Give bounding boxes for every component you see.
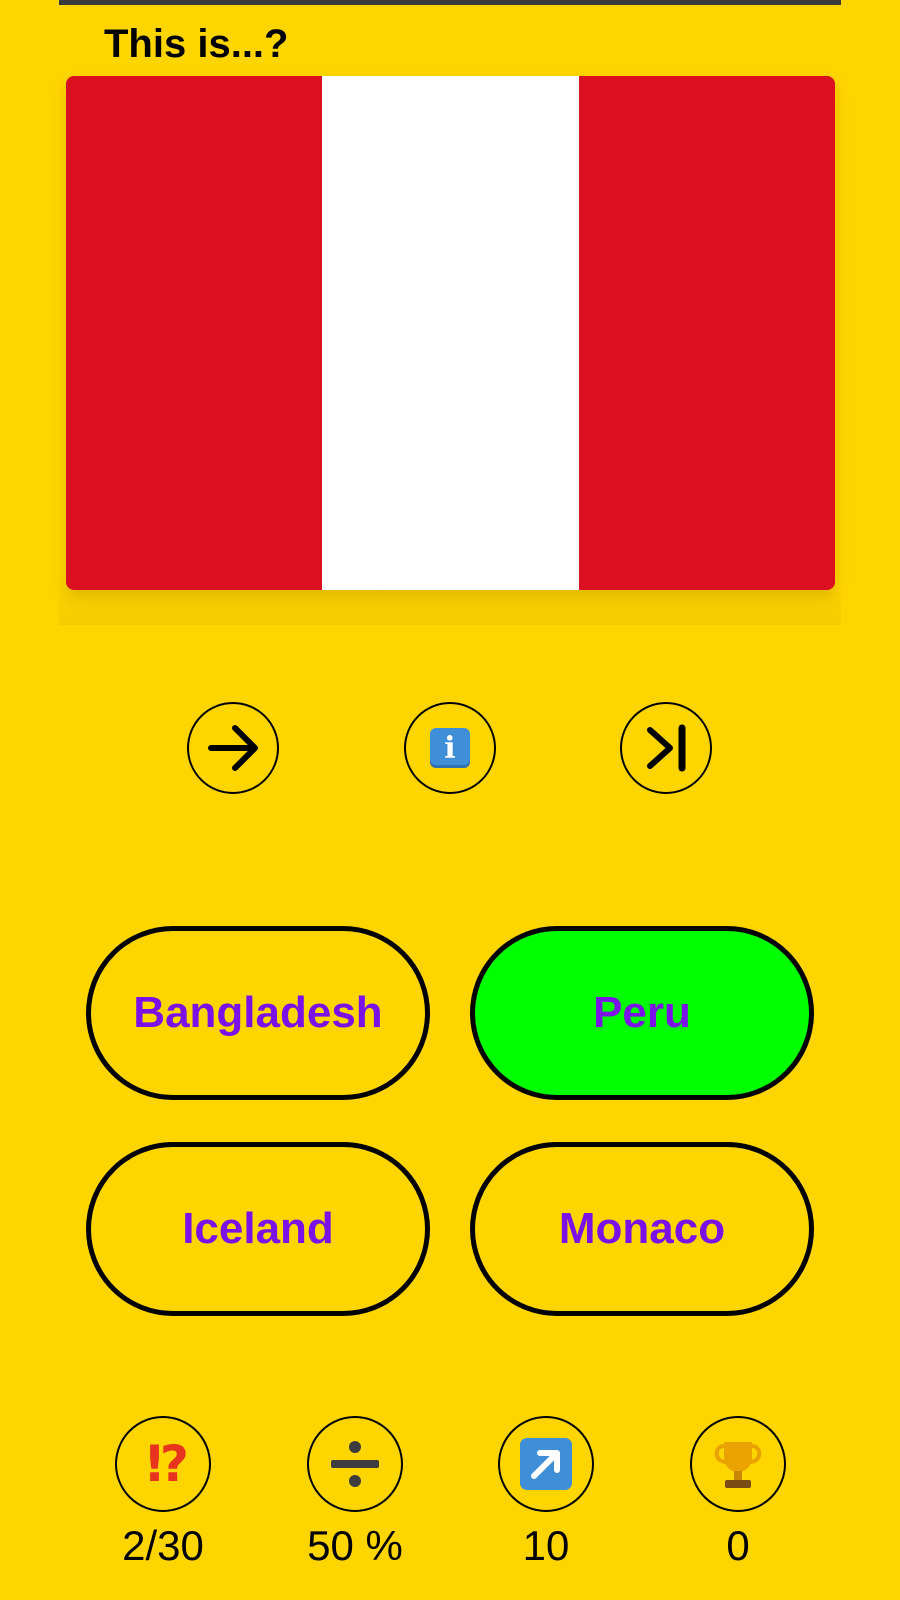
answer-button-iceland[interactable]: Iceland bbox=[86, 1142, 430, 1316]
accuracy-stat bbox=[307, 1416, 403, 1512]
answer-label: Bangladesh bbox=[133, 988, 383, 1037]
question-title: This is...? bbox=[104, 22, 289, 66]
next-button[interactable] bbox=[187, 702, 279, 794]
answer-label: Peru bbox=[593, 988, 691, 1037]
flag-stripe-right bbox=[578, 76, 835, 590]
up-right-arrow-icon bbox=[520, 1438, 572, 1490]
skip-to-end-icon bbox=[647, 724, 686, 772]
streak-value: 10 bbox=[522, 1522, 570, 1569]
trophy-icon bbox=[714, 1442, 762, 1488]
flag-stripe-center bbox=[322, 76, 579, 590]
questions-count: 2/30 bbox=[122, 1522, 204, 1569]
info-icon: i bbox=[430, 728, 470, 768]
score-stat bbox=[690, 1416, 786, 1512]
skip-button[interactable] bbox=[620, 702, 712, 794]
info-button[interactable]: i bbox=[404, 702, 496, 794]
arrow-right-icon bbox=[208, 725, 258, 771]
flag-stripe-left bbox=[66, 76, 323, 590]
answer-label: Monaco bbox=[558, 1204, 726, 1253]
flag-image bbox=[66, 76, 835, 590]
answer-button-peru[interactable]: Peru bbox=[470, 926, 814, 1100]
exclamation-question-icon: !? bbox=[143, 1435, 189, 1493]
answer-button-bangladesh[interactable]: Bangladesh bbox=[86, 926, 430, 1100]
answer-button-monaco[interactable]: Monaco bbox=[470, 1142, 814, 1316]
division-icon bbox=[331, 1441, 379, 1487]
answer-label: Iceland bbox=[182, 1204, 334, 1253]
accuracy-value: 50 % bbox=[307, 1522, 403, 1569]
top-bar bbox=[59, 0, 841, 5]
streak-stat bbox=[498, 1416, 594, 1512]
score-value: 0 bbox=[726, 1522, 750, 1569]
questions-stat: !? bbox=[115, 1416, 211, 1512]
